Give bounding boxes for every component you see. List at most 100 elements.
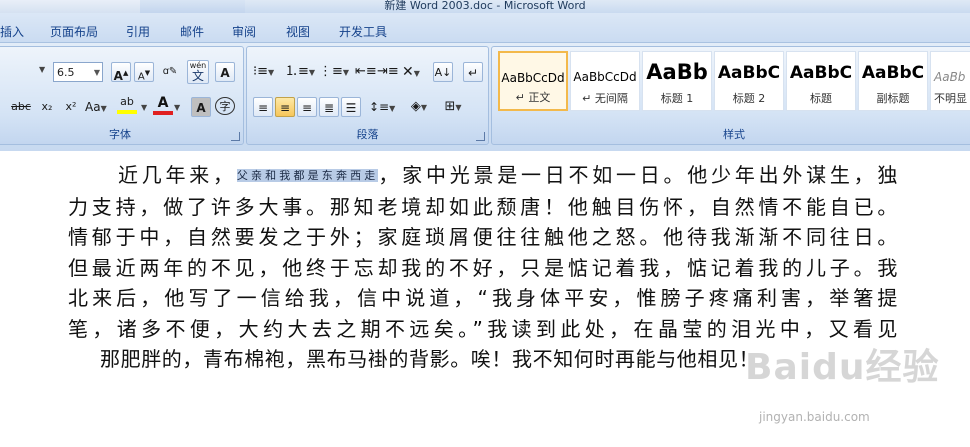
shading-button[interactable]: ◈▼ [409,97,429,117]
chevron-down-icon[interactable]: ▼ [94,63,100,83]
font-color-button[interactable]: A [153,95,173,115]
align-right-icon: ≡ [301,101,313,115]
font-size-box[interactable]: 6.5 ▼ [53,62,103,82]
font-name-dropdown-arrow[interactable]: ▼ [39,65,45,74]
style-preview: AaBb [646,60,708,84]
line-spacing-button[interactable]: ↕≡▼ [369,97,395,117]
style-normal[interactable]: AaBbCcDd ↵ 正文 [498,51,568,111]
multilevel-list-button[interactable]: ⋮≡▼ [319,62,349,82]
quick-access-area-2 [140,0,245,13]
align-center-button[interactable]: ≡ [275,97,295,117]
tab-view[interactable]: 视图 [286,23,310,40]
style-name: 副标题 [876,92,910,105]
eraser-icon: ꭤ✎ [162,66,178,77]
bullets-button[interactable]: ⁝≡▼ [253,62,274,82]
numbered-list-icon: ⒈≡ [285,64,309,79]
change-case-button[interactable]: Aa▼ [85,97,107,117]
text-line: 近几年来，父亲和我都是东奔西走，家中光景是一日不如一日。他少年出外谋生，独 [68,160,898,192]
style-name: 标题 1 [660,92,694,105]
watermark-logo: Baidu经验 [745,347,940,388]
style-name: ↵ 正文 [515,91,551,104]
align-right-button[interactable]: ≡ [297,97,317,117]
style-subtle-emphasis[interactable]: AaBb 不明显 [930,51,970,111]
style-name: 标题 2 [732,92,766,105]
style-name: ↵ 无间隔 [582,92,628,105]
font-group-label: 字体 [109,128,131,141]
distributed-icon: ☰ [345,101,357,115]
paragraph-dialog-launcher[interactable]: . [476,132,485,141]
justify-icon: ≣ [323,101,335,115]
grow-font-button[interactable]: A▲ [111,62,131,83]
style-name: 标题 [810,92,832,105]
tab-mailings[interactable]: 邮件 [180,23,204,40]
line-spacing-icon: ↕≡ [369,100,390,114]
style-preview: AaBb [934,70,966,84]
style-preview: AaBbC [789,63,853,83]
style-preview: AaBbC [861,63,925,83]
shrink-font-button[interactable]: A▼ [134,62,154,82]
watermark-url: jingyan.baidu.com [759,410,870,424]
paragraph-group-label: 段落 [356,128,379,141]
highlight-color-bar [117,110,137,114]
chinese-layout-button[interactable]: ✕▼ [401,62,421,82]
text-line: 情郁于中，自然要发之于外；家庭琐屑便往往触他之怒。他待我渐渐不同往日。 [68,225,898,250]
strikethrough-button[interactable]: abc [11,97,31,117]
baidu-watermark: Baidu经验 jingyan.baidu.com [745,338,965,438]
font-color-dropdown[interactable]: ▼ [174,103,180,112]
char-shading-button[interactable]: A [191,97,211,117]
tab-references[interactable]: 引用 [126,23,150,40]
paragraph-group: ⁝≡▼ ⒈≡▼ ⋮≡▼ ⇤≡ ⇥≡ ✕▼ A↓ ↵ ≡ ≡ ≡ ≣ ☰ ↕≡▼ … [246,46,489,145]
show-marks-button[interactable]: ↵ [463,62,483,82]
decrease-indent-button[interactable]: ⇤≡ [355,62,377,82]
chinese-layout-icon: ✕ [402,64,414,80]
style-heading-2[interactable]: AaBbC 标题 2 [714,51,784,111]
style-preview: AaBbCcDd [573,70,637,84]
highlight-dropdown[interactable]: ▼ [141,103,147,112]
align-left-button[interactable]: ≡ [253,97,273,117]
bullet-list-icon: ⁝≡ [253,64,269,79]
pinyin-icon: 文 [191,69,204,83]
distributed-button[interactable]: ☰ [341,97,361,117]
increase-indent-button[interactable]: ⇥≡ [377,62,399,82]
paragraph-mark-icon: ↵ [467,66,479,80]
tab-insert[interactable]: 插入 [0,23,24,40]
style-no-spacing[interactable]: AaBbCcDd ↵ 无间隔 [570,51,640,111]
border-icon: ⊞ [444,99,456,114]
style-preview: AaBbCcDd [501,71,565,85]
styles-group: AaBbCcDd ↵ 正文 AaBbCcDd ↵ 无间隔 AaBb 标题 1 A… [491,46,970,145]
font-size-value: 6.5 [57,66,75,79]
text-line: 力支持，做了许多大事。那知老境却如此颓唐！他触目伤怀，自然情不能自已。 [68,194,898,219]
tab-page-layout[interactable]: 页面布局 [50,23,98,40]
subscript-button[interactable]: x₂ [37,97,57,117]
font-dialog-launcher[interactable]: . [231,132,240,141]
highlight-button[interactable]: ab [117,95,137,115]
numbering-button[interactable]: ⒈≡▼ [285,62,315,82]
justify-button[interactable]: ≣ [319,97,339,117]
selected-text[interactable]: 父亲和我都是东奔西走 [236,169,379,183]
text-line: 但最近两年的不见，他终于忘却我的不好，只是惦记着我，惦记着我的儿子。我 [68,255,898,280]
text-line: 北来后，他写了一信给我，信中说道，“我身体平安，惟膀子疼痛利害，举箸提 [68,286,898,311]
char-border-button[interactable]: A [215,62,235,82]
style-heading-1[interactable]: AaBb 标题 1 [642,51,712,111]
font-group: ▼ 6.5 ▼ A▲ A▼ ꭤ✎ wén 文 A abc x₂ x² Aa▼ ab… [0,46,244,145]
clear-format-button[interactable]: ꭤ✎ [160,62,180,82]
text-segment: 近几年来， [118,163,237,187]
superscript-button[interactable]: x² [61,97,81,117]
borders-button[interactable]: ⊞▼ [443,97,463,117]
multilevel-list-icon: ⋮≡ [319,64,343,79]
sort-button[interactable]: A↓ [433,62,453,82]
styles-group-label: 样式 [723,128,745,141]
style-title[interactable]: AaBbC 标题 [786,51,856,111]
decrease-indent-icon: ⇤≡ [355,64,377,79]
paint-bucket-icon: ◈ [410,99,421,114]
tab-developer[interactable]: 开发工具 [339,23,387,40]
style-preview: AaBbC [717,63,781,83]
tab-review[interactable]: 审阅 [232,23,256,40]
window-title: 新建 Word 2003.doc - Microsoft Word [384,0,586,12]
align-left-icon: ≡ [257,101,269,115]
title-bar: 新建 Word 2003.doc - Microsoft Word [0,0,970,13]
ribbon: ▼ 6.5 ▼ A▲ A▼ ꭤ✎ wén 文 A abc x₂ x² Aa▼ ab… [0,42,970,152]
enclose-chars-button[interactable]: 字 [215,97,235,115]
phonetic-guide-button[interactable]: wén 文 [187,60,209,84]
style-subtitle[interactable]: AaBbC 副标题 [858,51,928,111]
